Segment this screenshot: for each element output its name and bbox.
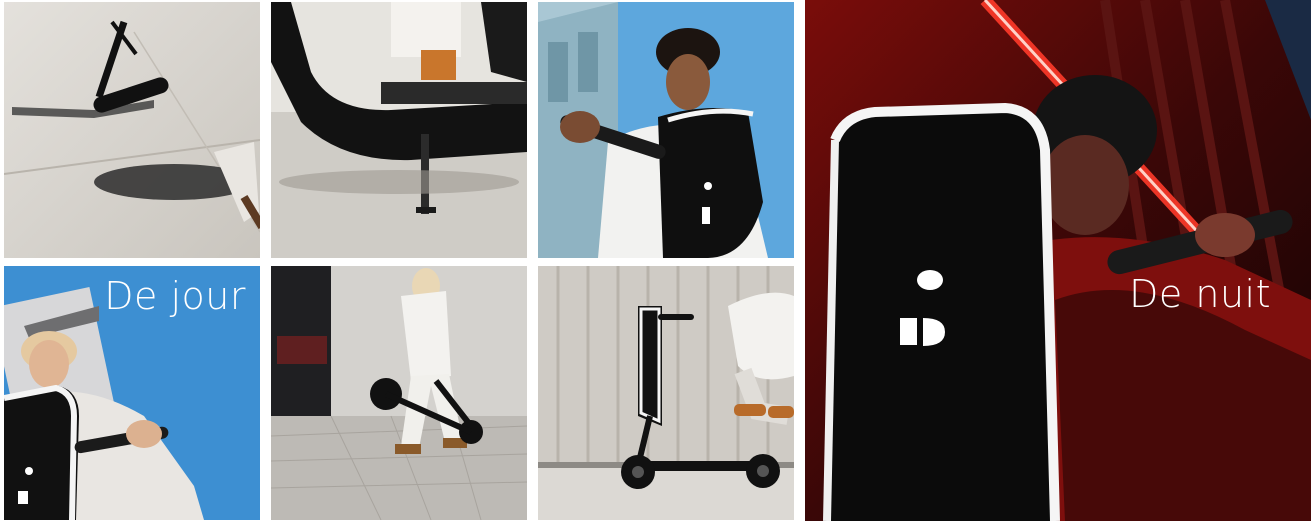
- photo-woman-day: De jour: [4, 266, 260, 520]
- photo-parked-scooter: [538, 266, 794, 520]
- photo-rider-handlebar: [538, 2, 794, 258]
- caption-day: De jour: [104, 274, 246, 318]
- photo-scooter-shadow: [4, 2, 260, 258]
- photo-night-rider: De nuit: [805, 0, 1311, 521]
- photo-gallery: De jour De nuit: [0, 0, 1311, 521]
- photo-scooter-deck: [271, 2, 527, 258]
- caption-night: De nuit: [1129, 272, 1271, 316]
- photo-carrying-scooter: [271, 266, 527, 520]
